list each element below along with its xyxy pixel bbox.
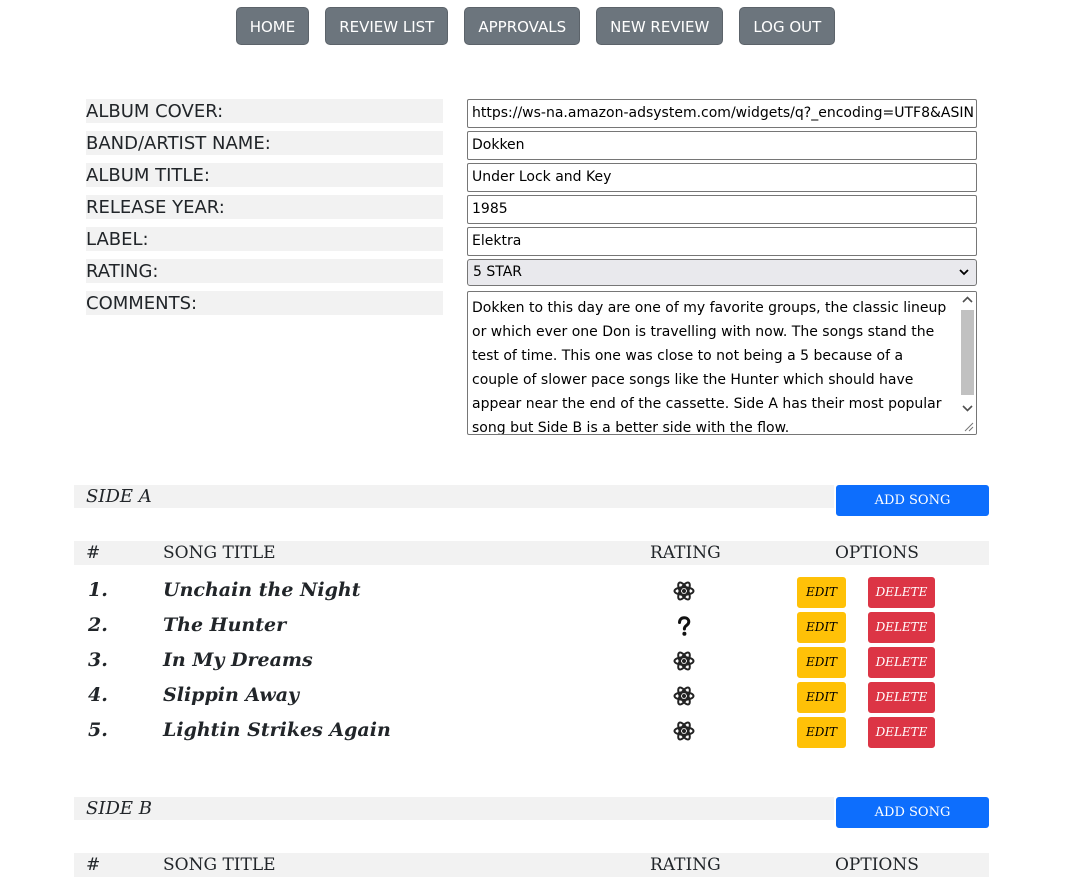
edit-button[interactable]: EDIT bbox=[797, 717, 846, 748]
home-button[interactable]: HOME bbox=[235, 7, 310, 45]
edit-button[interactable]: EDIT bbox=[797, 577, 846, 608]
delete-button[interactable]: DELETE bbox=[868, 682, 935, 713]
chevron-down-icon bbox=[959, 269, 969, 276]
song-row: 2. The Hunter EDIT DELETE bbox=[74, 610, 989, 645]
delete-button[interactable]: DELETE bbox=[868, 612, 935, 643]
question-mark-icon bbox=[678, 616, 691, 636]
label-input[interactable]: Elektra bbox=[467, 227, 977, 256]
atom-icon bbox=[673, 581, 695, 601]
column-options: OPTIONS bbox=[835, 543, 919, 563]
band-artist-row: BAND/ARTIST NAME: Dokken bbox=[86, 131, 977, 160]
column-song-title: SONG TITLE bbox=[163, 543, 276, 563]
song-number: 2. bbox=[88, 614, 108, 636]
scroll-up-icon[interactable] bbox=[962, 295, 973, 305]
atom-icon bbox=[673, 651, 695, 671]
scroll-down-icon[interactable] bbox=[962, 403, 973, 413]
comments-textarea[interactable]: Dokken to this day are one of my favorit… bbox=[467, 291, 977, 435]
side-b-title: SIDE B bbox=[74, 797, 834, 820]
song-title: Lightin Strikes Again bbox=[163, 719, 391, 741]
resize-grip-icon[interactable] bbox=[962, 420, 974, 432]
song-number: 4. bbox=[88, 684, 108, 706]
release-year-label: RELEASE YEAR: bbox=[86, 195, 443, 219]
song-number: 5. bbox=[88, 719, 108, 741]
delete-button[interactable]: DELETE bbox=[868, 717, 935, 748]
rating-label: RATING: bbox=[86, 259, 443, 283]
song-number: 1. bbox=[88, 579, 108, 601]
album-title-row: ALBUM TITLE: Under Lock and Key bbox=[86, 163, 977, 192]
column-options: OPTIONS bbox=[835, 855, 919, 875]
song-row: 5. Lightin Strikes Again EDIT DELETE bbox=[74, 715, 989, 750]
side-a-table-header: # SONG TITLE RATING OPTIONS bbox=[74, 541, 989, 565]
column-number: # bbox=[86, 543, 101, 563]
album-cover-label: ALBUM COVER: bbox=[86, 99, 443, 123]
atom-icon bbox=[673, 721, 695, 741]
song-title: The Hunter bbox=[163, 614, 287, 636]
album-cover-input[interactable]: https://ws-na.amazon-adsystem.com/widget… bbox=[467, 99, 977, 128]
comments-row: COMMENTS: Dokken to this day are one of … bbox=[86, 291, 977, 435]
side-b-header: SIDE B ADD SONG bbox=[74, 797, 989, 828]
rating-select[interactable]: 5 STAR bbox=[467, 259, 977, 286]
song-title: Slippin Away bbox=[163, 684, 300, 706]
comments-text: Dokken to this day are one of my favorit… bbox=[472, 300, 947, 435]
rating-select-value: 5 STAR bbox=[473, 264, 523, 280]
side-b-table-header: # SONG TITLE RATING OPTIONS bbox=[74, 853, 989, 877]
column-rating: RATING bbox=[650, 855, 721, 875]
song-row: 1. Unchain the Night EDIT DELETE bbox=[74, 575, 989, 610]
song-title: Unchain the Night bbox=[163, 579, 361, 601]
scroll-thumb[interactable] bbox=[961, 310, 974, 395]
album-cover-row: ALBUM COVER: https://ws-na.amazon-adsyst… bbox=[86, 99, 977, 128]
top-nav: HOME REVIEW LIST APPROVALS NEW REVIEW LO… bbox=[0, 7, 1071, 45]
column-number: # bbox=[86, 855, 101, 875]
band-artist-label: BAND/ARTIST NAME: bbox=[86, 131, 443, 155]
delete-button[interactable]: DELETE bbox=[868, 577, 935, 608]
side-a-add-song-button[interactable]: ADD SONG bbox=[836, 485, 989, 516]
album-title-input[interactable]: Under Lock and Key bbox=[467, 163, 977, 192]
song-number: 3. bbox=[88, 649, 108, 671]
delete-button[interactable]: DELETE bbox=[868, 647, 935, 678]
song-row: 3. In My Dreams EDIT DELETE bbox=[74, 645, 989, 680]
column-song-title: SONG TITLE bbox=[163, 855, 276, 875]
song-row: 4. Slippin Away EDIT DELETE bbox=[74, 680, 989, 715]
new-review-button[interactable]: NEW REVIEW bbox=[596, 7, 724, 45]
band-artist-input[interactable]: Dokken bbox=[467, 131, 977, 160]
edit-button[interactable]: EDIT bbox=[797, 647, 846, 678]
side-a-header: SIDE A ADD SONG bbox=[74, 485, 989, 516]
album-title-label: ALBUM TITLE: bbox=[86, 163, 443, 187]
side-b-add-song-button[interactable]: ADD SONG bbox=[836, 797, 989, 828]
release-year-input[interactable]: 1985 bbox=[467, 195, 977, 224]
log-out-button[interactable]: LOG OUT bbox=[739, 7, 836, 45]
rating-row: RATING: 5 STAR bbox=[86, 259, 977, 287]
review-list-button[interactable]: REVIEW LIST bbox=[325, 7, 449, 45]
side-a-title: SIDE A bbox=[74, 485, 834, 508]
comments-scrollbar[interactable] bbox=[959, 292, 976, 434]
approvals-button[interactable]: APPROVALS bbox=[464, 7, 581, 45]
label-row: LABEL: Elektra bbox=[86, 227, 977, 256]
edit-button[interactable]: EDIT bbox=[797, 682, 846, 713]
comments-label: COMMENTS: bbox=[86, 291, 443, 315]
song-title: In My Dreams bbox=[163, 649, 313, 671]
column-rating: RATING bbox=[650, 543, 721, 563]
atom-icon bbox=[673, 686, 695, 706]
edit-button[interactable]: EDIT bbox=[797, 612, 846, 643]
release-year-row: RELEASE YEAR: 1985 bbox=[86, 195, 977, 224]
label-label: LABEL: bbox=[86, 227, 443, 251]
